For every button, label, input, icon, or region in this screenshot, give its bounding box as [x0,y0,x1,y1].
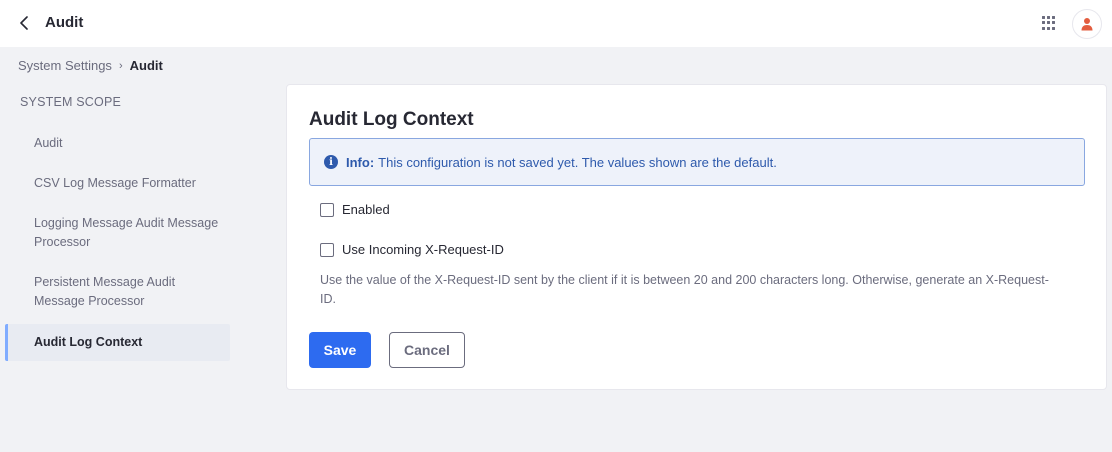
grid-dot [1047,21,1050,25]
grid-dot [1042,26,1045,30]
breadcrumb: System Settings › Audit [18,58,163,73]
breadcrumb-system-settings[interactable]: System Settings [18,58,112,73]
enabled-checkbox-row[interactable]: Enabled [320,202,390,217]
grid-dot [1052,21,1055,25]
sidebar-scope-title: SYSTEM SCOPE [20,95,122,109]
user-icon [1081,18,1093,31]
back-button[interactable] [14,12,34,34]
info-icon: i [324,155,338,169]
use-incoming-x-request-id-checkbox-row[interactable]: Use Incoming X-Request-ID [320,242,504,257]
sidebar-item-persistent-message-audit-message-processor[interactable]: Persistent Message Audit Message Process… [5,273,230,311]
grid-dot [1047,16,1050,19]
sidebar-item-audit-log-context[interactable]: Audit Log Context [5,324,230,361]
grid-dot [1052,16,1055,19]
x-request-id-help-text: Use the value of the X-Request-ID sent b… [320,273,1049,306]
enabled-checkbox-label: Enabled [342,202,390,217]
top-navigation-bar: Audit [0,0,1112,47]
applications-menu-button[interactable] [1041,15,1057,31]
sidebar-item-audit[interactable]: Audit [5,134,230,153]
use-incoming-x-request-id-label: Use Incoming X-Request-ID [342,242,504,257]
enabled-checkbox[interactable] [320,202,334,217]
info-alert-label: Info: [346,154,375,170]
cancel-button[interactable]: Cancel [389,332,465,368]
form-title: Audit Log Context [309,109,474,130]
breadcrumb-separator: › [118,59,123,72]
info-alert: i Info: This configuration is not saved … [309,138,1085,186]
sidebar-item-logging-message-audit-message-processor[interactable]: Logging Message Audit Message Processor [5,214,230,252]
grid-dot [1052,26,1055,30]
grid-dot [1042,21,1045,25]
info-alert-message: This configuration is not saved yet. The… [378,154,777,170]
configuration-form-card: Audit Log Context i Info: This configura… [286,84,1107,390]
app-title: Audit [45,14,84,31]
chevron-left-icon [20,16,28,30]
user-avatar-button[interactable] [1072,9,1102,39]
sidebar-item-csv-log-message-formatter[interactable]: CSV Log Message Formatter [5,174,230,193]
save-button[interactable]: Save [309,332,371,368]
grid-icon [1042,16,1045,19]
grid-dot [1047,26,1050,30]
breadcrumb-current: Audit [129,58,163,73]
use-incoming-x-request-id-checkbox[interactable] [320,242,334,257]
